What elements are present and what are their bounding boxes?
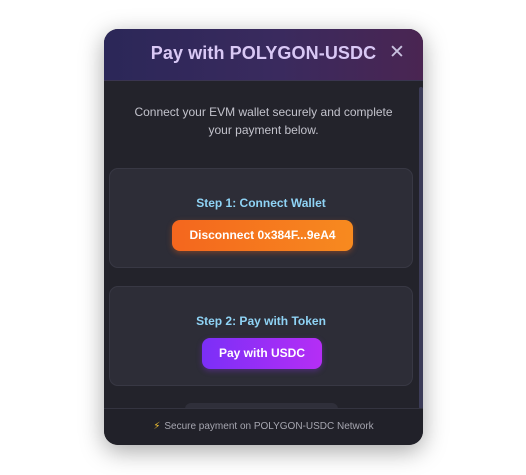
step2-title: Step 2: Pay with Token: [196, 314, 326, 328]
footer-text: Secure payment on POLYGON-USDC Network: [164, 421, 374, 432]
step-pay-token-card: Step 2: Pay with Token Pay with USDC: [109, 286, 413, 386]
footer-note: ⚡ Secure payment on POLYGON-USDC Network: [104, 421, 423, 432]
modal-header: Pay with POLYGON-USDC ✕: [104, 29, 423, 81]
step-connect-wallet-card: Step 1: Connect Wallet Disconnect 0x384F…: [109, 168, 413, 268]
payment-modal: Pay with POLYGON-USDC ✕ Connect your EVM…: [104, 29, 423, 445]
modal-title: Pay with POLYGON-USDC: [150, 43, 377, 63]
close-icon[interactable]: ✕: [387, 41, 407, 65]
modal-footer: ⚡ Secure payment on POLYGON-USDC Network: [104, 408, 423, 445]
step1-title: Step 1: Connect Wallet: [196, 196, 326, 210]
disconnect-wallet-button[interactable]: Disconnect 0x384F...9eA4: [172, 220, 353, 251]
pay-with-usdc-button[interactable]: Pay with USDC: [202, 338, 322, 369]
bolt-icon: ⚡: [153, 421, 161, 432]
scrollbar[interactable]: [419, 87, 423, 409]
intro-text: Connect your EVM wallet securely and com…: [134, 105, 393, 137]
